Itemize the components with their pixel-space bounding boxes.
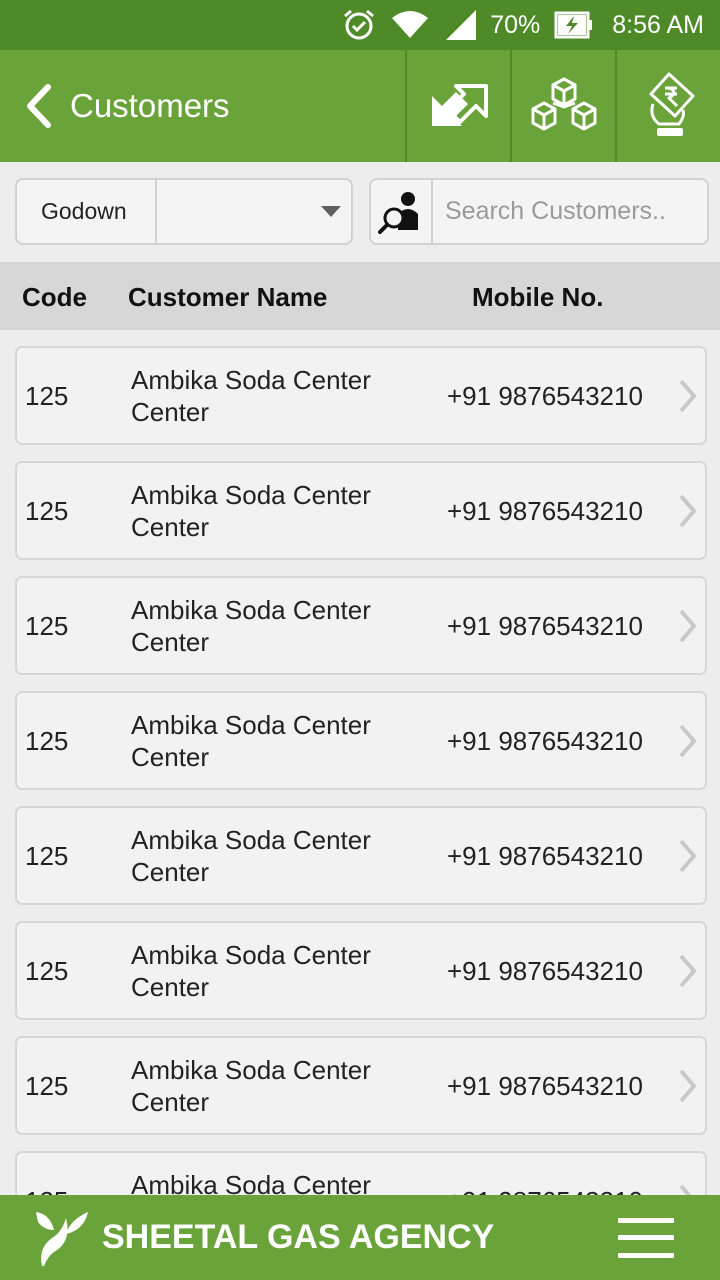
- godown-dropdown[interactable]: Godown: [15, 178, 353, 245]
- stock-button[interactable]: [510, 50, 615, 162]
- customer-name: Ambika Soda Center Center: [131, 710, 371, 772]
- customer-code: 125: [25, 611, 69, 641]
- leaf-logo-icon: [32, 1208, 90, 1268]
- customer-search-icon[interactable]: [371, 180, 433, 243]
- transfer-button[interactable]: [405, 50, 510, 162]
- search-box: [369, 178, 709, 245]
- customer-mobile: +91 9876543210: [447, 611, 643, 641]
- table-header: Code Customer Name Mobile No.: [0, 262, 720, 330]
- battery-percent: 70%: [490, 10, 541, 39]
- rupee-payment-icon: [649, 72, 694, 136]
- column-header-mobile: Mobile No.: [472, 282, 604, 312]
- customer-mobile: +91 9876543210: [447, 841, 643, 871]
- hamburger-menu-icon[interactable]: [618, 1217, 674, 1258]
- table-row[interactable]: 125 Ambika Soda Center Center +91 987654…: [15, 691, 707, 790]
- customer-code: 125: [25, 381, 69, 411]
- customer-code: 125: [25, 841, 69, 871]
- back-button[interactable]: [0, 50, 54, 162]
- status-bar: 70% 8:56 AM: [0, 0, 720, 50]
- customer-name: Ambika Soda Center Center: [131, 365, 371, 427]
- customer-name: Ambika Soda Center Center: [131, 825, 371, 887]
- menu-line: [618, 1235, 674, 1240]
- table-row[interactable]: 125 Ambika Soda Center Center +91 987654…: [15, 461, 707, 560]
- page-title: Customers: [70, 87, 230, 124]
- search-input[interactable]: [433, 180, 707, 243]
- stock-boxes-icon: [531, 77, 596, 131]
- dropdown-caret-icon: [321, 206, 341, 217]
- column-header-code: Code: [22, 282, 87, 312]
- customer-mobile: +91 9876543210: [447, 956, 643, 986]
- bottom-bar: SHEETAL GAS AGENCY: [0, 1195, 720, 1280]
- customer-code: 125: [25, 496, 69, 526]
- customer-mobile: +91 9876543210: [447, 726, 643, 756]
- battery-charging-icon: [554, 11, 594, 39]
- transfer-arrows-icon: [431, 84, 488, 126]
- chevron-right-icon: [679, 724, 697, 758]
- menu-line: [618, 1217, 674, 1223]
- filter-row: Godown: [15, 178, 709, 245]
- payment-button[interactable]: [615, 50, 720, 162]
- customer-name: Ambika Soda Center Center: [131, 940, 371, 1002]
- customer-name: Ambika Soda Center Center: [131, 1055, 371, 1117]
- app-bar: Customers: [0, 50, 720, 162]
- table-row[interactable]: 125 Ambika Soda Center Center +91 987654…: [15, 576, 707, 675]
- table-row[interactable]: 125 Ambika Soda Center Center +91 987654…: [15, 921, 707, 1020]
- customer-name: Ambika Soda Center Center: [131, 595, 371, 657]
- chevron-right-icon: [679, 609, 697, 643]
- signal-icon: [444, 8, 478, 42]
- customer-code: 125: [25, 1071, 69, 1101]
- table-row[interactable]: 125 Ambika Soda Center Center +91 987654…: [15, 346, 707, 445]
- clock: 8:56 AM: [612, 10, 704, 39]
- column-header-customer-name: Customer Name: [128, 282, 328, 312]
- customer-list: 125 Ambika Soda Center Center +91 987654…: [0, 346, 720, 1196]
- table-row[interactable]: 125 Ambika Soda Center Center +91 987654…: [15, 1036, 707, 1135]
- table-row[interactable]: 125 Ambika Soda Center Center +91 987654…: [15, 1151, 707, 1196]
- customer-code: 125: [25, 956, 69, 986]
- menu-line: [618, 1252, 674, 1258]
- godown-value: [157, 180, 351, 243]
- table-row[interactable]: 125 Ambika Soda Center Center +91 987654…: [15, 806, 707, 905]
- chevron-left-icon: [27, 84, 51, 128]
- wifi-icon: [390, 10, 430, 40]
- chevron-right-icon: [679, 494, 697, 528]
- customer-name: Ambika Soda Center Center: [131, 1170, 371, 1196]
- customer-mobile: +91 9876543210: [447, 1071, 643, 1101]
- customer-code: 125: [25, 726, 69, 756]
- agency-name: SHEETAL GAS AGENCY: [102, 1218, 495, 1256]
- chevron-right-icon: [679, 379, 697, 413]
- chevron-right-icon: [679, 1069, 697, 1103]
- godown-label: Godown: [17, 180, 157, 243]
- customer-mobile: +91 9876543210: [447, 381, 643, 411]
- chevron-right-icon: [679, 954, 697, 988]
- customer-mobile: +91 9876543210: [447, 496, 643, 526]
- customer-name: Ambika Soda Center Center: [131, 480, 371, 542]
- chevron-right-icon: [679, 839, 697, 873]
- alarm-icon: [342, 8, 376, 42]
